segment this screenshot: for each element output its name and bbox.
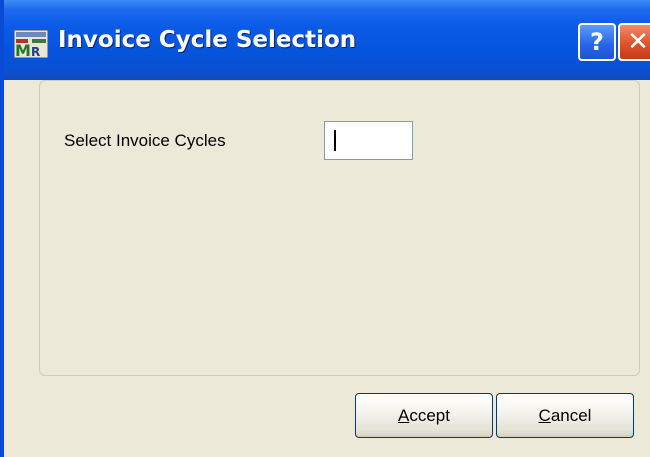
close-icon: ✕ [627, 27, 649, 57]
accept-button[interactable]: Accept [355, 393, 493, 438]
accept-button-label: Accept [398, 405, 450, 425]
question-mark-icon: ? [590, 28, 604, 56]
cancel-button[interactable]: Cancel [496, 393, 634, 438]
svg-text:M: M [15, 41, 31, 58]
title-bar[interactable]: M R Invoice Cycle Selection ? ✕ [4, 0, 650, 80]
text-caret [334, 130, 336, 151]
window-title: Invoice Cycle Selection [58, 27, 357, 53]
invoice-cycle-selection-dialog: M R Invoice Cycle Selection ? ✕ Select I… [0, 0, 650, 457]
mas-app-icon: M R [14, 30, 48, 58]
help-button[interactable]: ? [578, 23, 616, 61]
close-button[interactable]: ✕ [618, 23, 650, 61]
invoice-cycles-input[interactable] [324, 121, 413, 160]
svg-text:R: R [31, 45, 40, 58]
cancel-button-label: Cancel [538, 405, 592, 425]
select-invoice-cycles-label: Select Invoice Cycles [64, 131, 226, 150]
